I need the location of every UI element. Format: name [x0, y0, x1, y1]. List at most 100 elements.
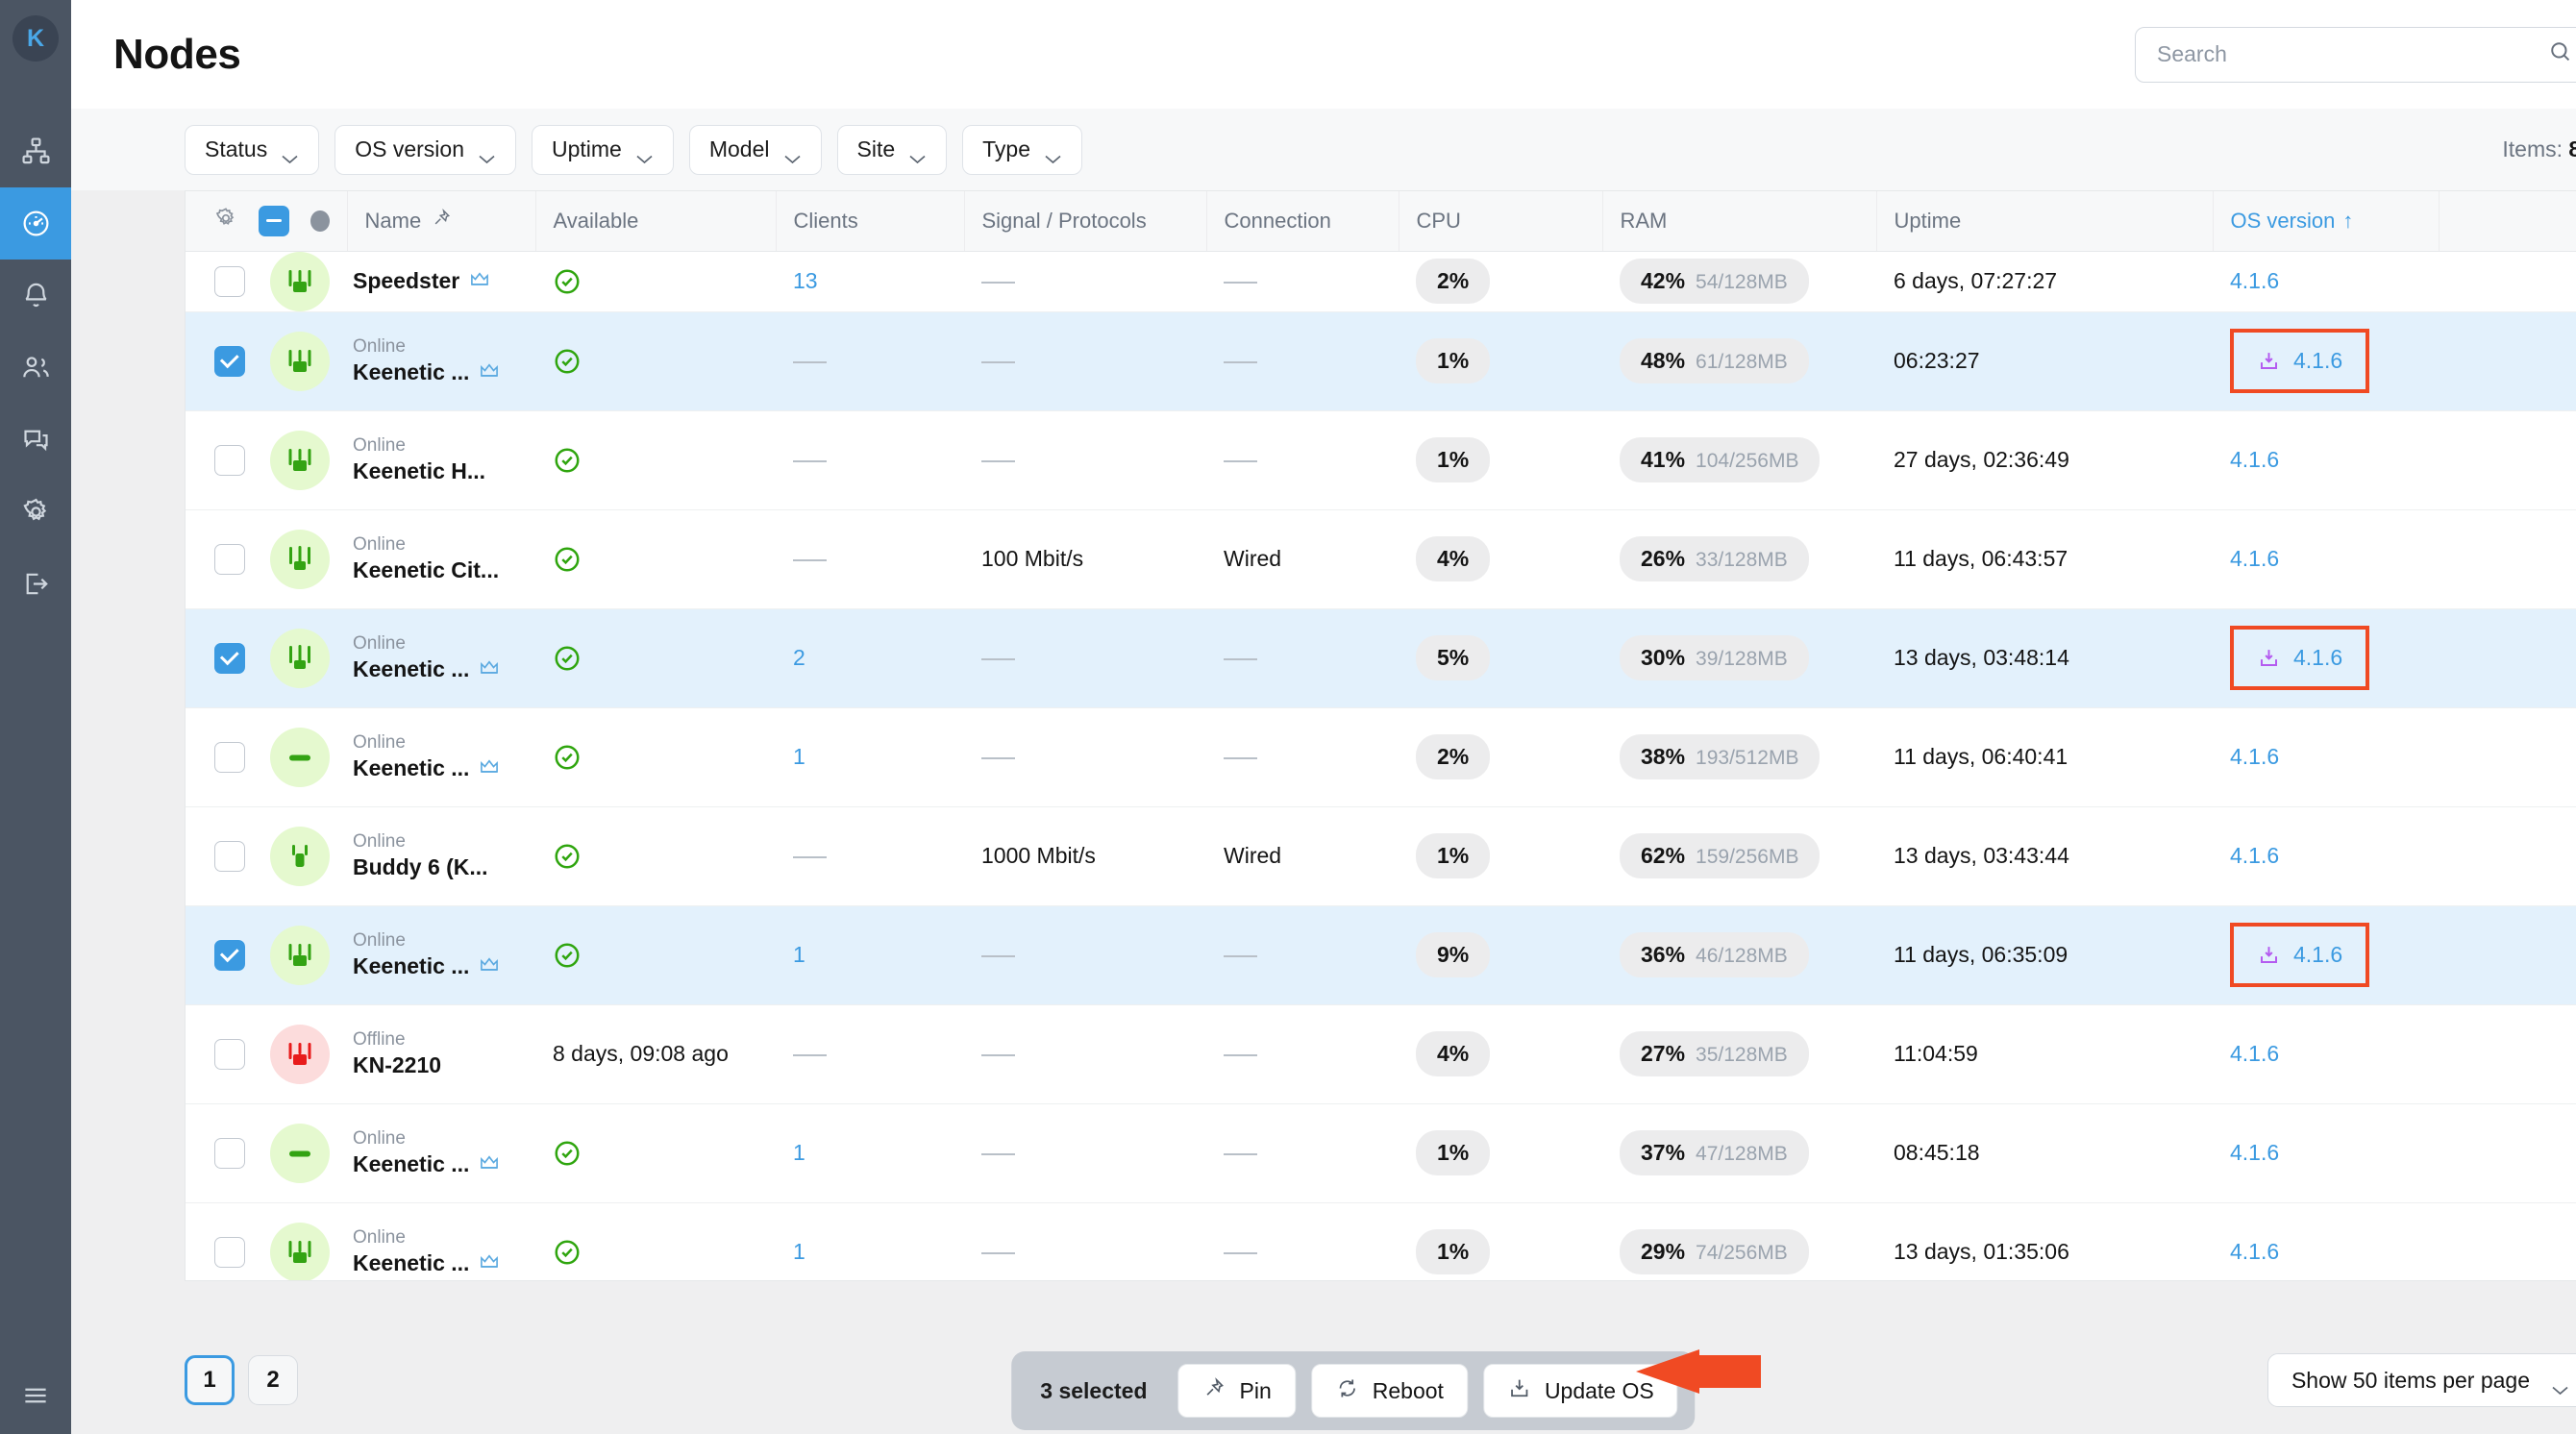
row-name-cell[interactable]: OnlineBuddy 6 (K...	[347, 806, 535, 905]
sidebar-item-users[interactable]	[0, 332, 71, 404]
row-checkbox[interactable]	[214, 1237, 245, 1268]
row-os-version-cell[interactable]: 4.1.6	[2213, 1103, 2439, 1202]
row-select-cell[interactable]	[186, 1202, 347, 1281]
row-select-cell[interactable]	[186, 1004, 347, 1103]
row-select-cell[interactable]	[186, 251, 347, 311]
clients-link[interactable]: 13	[793, 268, 818, 293]
row-select-cell[interactable]	[186, 806, 347, 905]
os-version-cell-inner[interactable]: 4.1.6	[2230, 843, 2279, 869]
os-version-value[interactable]: 4.1.6	[2230, 843, 2279, 869]
table-row[interactable]: OnlineBuddy 6 (K...1000 Mbit/sWired1%62%…	[186, 806, 2576, 905]
row-os-version-cell[interactable]: 4.1.6	[2213, 410, 2439, 509]
row-os-version-cell[interactable]: 4.1.6	[2213, 251, 2439, 311]
gear-icon[interactable]	[214, 207, 237, 235]
os-version-value[interactable]: 4.1.6	[2230, 268, 2279, 294]
column-ram[interactable]: RAM	[1602, 191, 1876, 251]
row-name-cell[interactable]: OnlineKeenetic ...	[347, 608, 535, 707]
os-version-cell-inner[interactable]: 4.1.6	[2230, 447, 2279, 473]
column-name[interactable]: Name	[347, 191, 535, 251]
sidebar-item-network-topology[interactable]	[0, 115, 71, 187]
row-checkbox[interactable]	[214, 346, 245, 377]
search-icon[interactable]	[2548, 39, 2573, 69]
sidebar-collapse-button[interactable]	[0, 1381, 71, 1415]
os-version-cell-inner[interactable]: 4.1.6	[2230, 744, 2279, 770]
row-os-version-cell[interactable]: 4.1.6	[2213, 311, 2439, 410]
os-version-cell-inner[interactable]: 4.1.6	[2230, 268, 2279, 294]
os-version-value[interactable]: 4.1.6	[2230, 1239, 2279, 1265]
search-box[interactable]	[2135, 27, 2576, 83]
os-version-value[interactable]: 4.1.6	[2230, 1041, 2279, 1067]
update-os-button[interactable]: Update OS	[1483, 1364, 1678, 1418]
column-os-version[interactable]: OS version ↑	[2213, 191, 2439, 251]
clients-link[interactable]: 1	[793, 942, 805, 967]
node-name[interactable]: KN-2210	[353, 1052, 441, 1078]
row-checkbox[interactable]	[214, 266, 245, 297]
select-all-checkbox[interactable]	[259, 206, 289, 236]
filter-chip-model[interactable]: Model	[689, 125, 822, 175]
row-name-cell[interactable]: OfflineKN-2210	[347, 1004, 535, 1103]
filter-chip-os-version[interactable]: OS version	[334, 125, 516, 175]
node-name[interactable]: Keenetic ...	[353, 755, 469, 781]
os-version-cell-inner[interactable]: 4.1.6	[2230, 1140, 2279, 1166]
table-row[interactable]: OnlineKeenetic ...19%36%46/128MB11 days,…	[186, 905, 2576, 1004]
row-name-cell[interactable]: OnlineKeenetic H...	[347, 410, 535, 509]
clients-link[interactable]: 1	[793, 1239, 805, 1264]
sidebar-item-alerts[interactable]	[0, 260, 71, 332]
table-row[interactable]: OnlineKeenetic ...11%37%47/128MB08:45:18…	[186, 1103, 2576, 1202]
node-name[interactable]: Keenetic Cit...	[353, 557, 499, 583]
os-version-cell-inner[interactable]: 4.1.6	[2230, 1041, 2279, 1067]
filter-chip-type[interactable]: Type	[962, 125, 1082, 175]
sidebar-item-dashboard[interactable]	[0, 187, 71, 260]
sidebar-item-settings[interactable]	[0, 476, 71, 548]
row-os-version-cell[interactable]: 4.1.6	[2213, 509, 2439, 608]
sidebar-item-logout[interactable]	[0, 548, 71, 620]
column-available[interactable]: Available	[535, 191, 776, 251]
table-row[interactable]: OfflineKN-22108 days, 09:08 ago4%27%35/1…	[186, 1004, 2576, 1103]
row-name-cell[interactable]: OnlineKeenetic ...	[347, 905, 535, 1004]
os-version-value[interactable]: 4.1.6	[2293, 942, 2342, 968]
node-name[interactable]: Keenetic ...	[353, 1151, 469, 1177]
node-name[interactable]: Buddy 6 (K...	[353, 854, 488, 880]
node-name[interactable]: Keenetic ...	[353, 1250, 469, 1276]
table-row[interactable]: OnlineKeenetic ...11%29%74/256MB13 days,…	[186, 1202, 2576, 1281]
filter-chip-uptime[interactable]: Uptime	[532, 125, 674, 175]
column-uptime[interactable]: Uptime	[1876, 191, 2213, 251]
os-version-value[interactable]: 4.1.6	[2230, 447, 2279, 473]
column-cpu[interactable]: CPU	[1399, 191, 1602, 251]
row-name-cell[interactable]: OnlineKeenetic ...	[347, 1103, 535, 1202]
row-select-cell[interactable]	[186, 608, 347, 707]
sidebar-item-messages[interactable]	[0, 404, 71, 476]
row-select-cell[interactable]	[186, 905, 347, 1004]
os-version-value[interactable]: 4.1.6	[2293, 645, 2342, 671]
row-os-version-cell[interactable]: 4.1.6	[2213, 608, 2439, 707]
clients-link[interactable]: 1	[793, 744, 805, 769]
row-name-cell[interactable]: OnlineKeenetic Cit...	[347, 509, 535, 608]
per-page-selector[interactable]: Show 50 items per page	[2267, 1353, 2576, 1407]
table-row[interactable]: OnlineKeenetic H...1%41%104/256MB27 days…	[186, 410, 2576, 509]
pin-button[interactable]: Pin	[1178, 1364, 1296, 1418]
clients-link[interactable]: 1	[793, 1140, 805, 1165]
row-checkbox[interactable]	[214, 940, 245, 971]
row-os-version-cell[interactable]: 4.1.6	[2213, 905, 2439, 1004]
row-name-cell[interactable]: OnlineKeenetic ...	[347, 1202, 535, 1281]
clients-link[interactable]: 2	[793, 645, 805, 670]
row-select-cell[interactable]	[186, 410, 347, 509]
os-version-value[interactable]: 4.1.6	[2230, 546, 2279, 572]
row-os-version-cell[interactable]: 4.1.6	[2213, 1202, 2439, 1281]
row-checkbox[interactable]	[214, 742, 245, 773]
os-version-value[interactable]: 4.1.6	[2230, 1140, 2279, 1166]
row-os-version-cell[interactable]: 4.1.6	[2213, 1004, 2439, 1103]
table-row[interactable]: OnlineKeenetic ...1%48%61/128MB06:23:274…	[186, 311, 2576, 410]
row-select-cell[interactable]	[186, 509, 347, 608]
os-version-value[interactable]: 4.1.6	[2293, 348, 2342, 374]
os-version-cell-inner[interactable]: 4.1.6	[2230, 1239, 2279, 1265]
row-os-version-cell[interactable]: 4.1.6	[2213, 806, 2439, 905]
brand-logo[interactable]: K	[12, 15, 59, 62]
row-select-cell[interactable]	[186, 707, 347, 806]
node-name[interactable]: Keenetic ...	[353, 656, 469, 682]
row-checkbox[interactable]	[214, 643, 245, 674]
row-checkbox[interactable]	[214, 1138, 245, 1169]
node-name[interactable]: Keenetic H...	[353, 458, 485, 484]
row-name-cell[interactable]: OnlineKeenetic ...	[347, 311, 535, 410]
os-version-highlight[interactable]: 4.1.6	[2230, 923, 2369, 987]
